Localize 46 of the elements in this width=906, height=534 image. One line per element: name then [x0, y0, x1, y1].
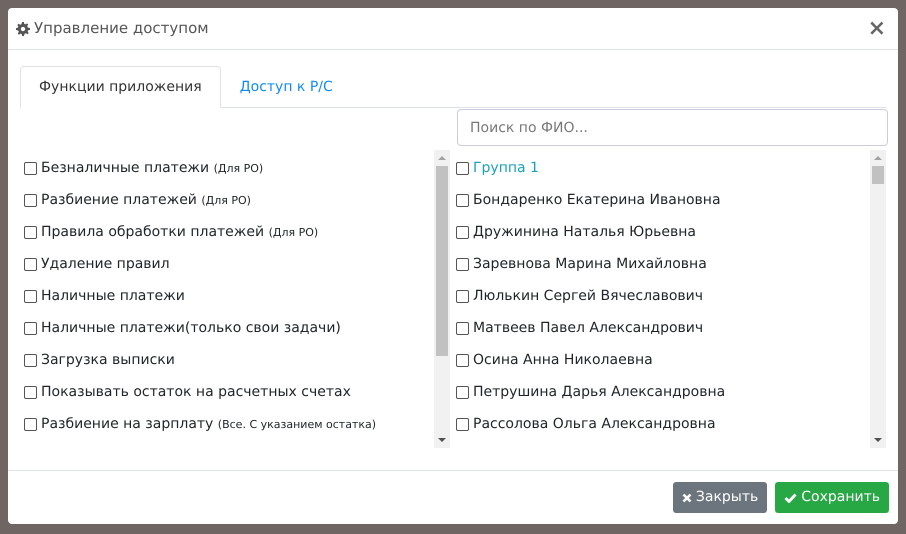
dialog-title: Управление доступом	[34, 18, 209, 40]
checkbox[interactable]	[24, 354, 37, 366]
checkbox-label[interactable]: Петрушина Дарья Александровна	[473, 382, 726, 402]
checkbox[interactable]	[456, 258, 469, 270]
checkbox-label[interactable]: Наличные платежи	[41, 286, 185, 306]
checkbox[interactable]	[24, 322, 37, 334]
checkbox[interactable]	[24, 418, 37, 430]
close-button[interactable]: Закрыть	[672, 482, 768, 513]
checkbox-label[interactable]: Разбиение платежей (Для РО)	[41, 190, 251, 210]
checkbox[interactable]	[24, 226, 37, 238]
checkbox[interactable]	[456, 290, 469, 302]
checkbox-label[interactable]: Бондаренко Екатерина Ивановна	[473, 190, 721, 210]
checkbox[interactable]	[456, 418, 469, 430]
checkbox[interactable]	[456, 386, 469, 398]
checkbox[interactable]	[24, 258, 37, 270]
checkbox[interactable]	[456, 162, 469, 174]
checkbox-label[interactable]: Заревнова Марина Михайловна	[473, 254, 707, 274]
checkbox-label[interactable]: Дружинина Наталья Юрьевна	[473, 222, 696, 242]
x-icon	[682, 492, 692, 502]
scrollbar[interactable]	[434, 150, 450, 448]
checkbox[interactable]	[456, 322, 469, 334]
checkbox[interactable]	[24, 194, 37, 206]
search-field[interactable]: Поиск по ФИО...	[457, 109, 888, 146]
gear-icon	[16, 22, 30, 36]
checkbox-label[interactable]: Разбиение на зарплату (Все. С указанием остатка)	[41, 414, 376, 434]
checkbox[interactable]	[456, 226, 469, 238]
checkbox[interactable]	[456, 194, 469, 206]
close-button[interactable]: ×	[864, 18, 890, 40]
check-icon	[784, 492, 798, 502]
tab[interactable]: Функции приложения	[20, 66, 221, 108]
checkbox-label[interactable]: Рассолова Ольга Александровна	[473, 414, 716, 434]
checkbox-label[interactable]: Загрузка выписки	[41, 350, 175, 370]
checkbox-label[interactable]: Правила обработки платежей (Для РО)	[41, 222, 318, 242]
checkbox-label[interactable]: Матвеев Павел Александрович	[473, 318, 704, 338]
checkbox[interactable]	[24, 386, 37, 398]
tab[interactable]: Доступ к Р/С	[220, 66, 352, 108]
checkbox-label[interactable]: Безналичные платежи (Для РО)	[41, 158, 264, 178]
checkbox[interactable]	[24, 162, 37, 174]
checkbox[interactable]	[456, 354, 469, 366]
checkbox-label[interactable]: Удаление правил	[41, 254, 170, 274]
scrollbar[interactable]	[870, 150, 886, 448]
checkbox-label[interactable]: Наличные платежи(только свои задачи)	[41, 318, 341, 338]
checkbox-label[interactable]: Показывать остаток на расчетных счетах	[41, 382, 351, 402]
checkbox-label[interactable]: Осина Анна Николаевна	[473, 350, 653, 370]
checkbox-label[interactable]: Люлькин Сергей Вячеславович	[473, 286, 704, 306]
checkbox[interactable]	[24, 290, 37, 302]
